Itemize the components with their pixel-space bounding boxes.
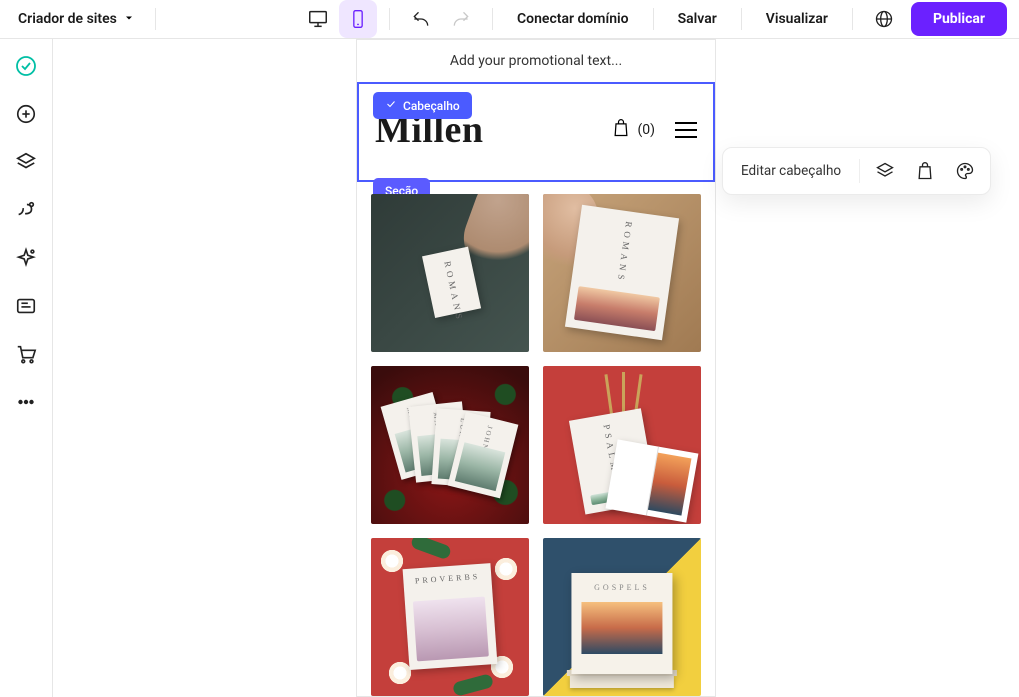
gallery-item[interactable]: MATTHEW MARK LUKE JOHN xyxy=(371,366,529,524)
separator xyxy=(492,8,493,30)
site-header[interactable]: Cabeçalho Seção Millen (0) xyxy=(357,82,715,182)
desktop-view-button[interactable] xyxy=(299,0,337,38)
separator xyxy=(741,8,742,30)
book-title: PROVERBS xyxy=(402,563,492,594)
rail-ai-icon[interactable] xyxy=(13,245,39,271)
rail-store-icon[interactable] xyxy=(13,341,39,367)
rail-layers-icon[interactable] xyxy=(13,149,39,175)
publish-button[interactable]: Publicar xyxy=(911,2,1007,36)
gallery-item[interactable]: PSALMS xyxy=(543,366,701,524)
cart-count: (0) xyxy=(637,122,655,138)
separator xyxy=(155,8,156,30)
cart-button[interactable]: (0) xyxy=(611,117,655,143)
save-button[interactable]: Salvar xyxy=(666,3,729,35)
bag-icon xyxy=(611,117,631,143)
chevron-down-icon xyxy=(123,12,135,27)
rail-blog-icon[interactable] xyxy=(13,293,39,319)
gallery-item[interactable]: PROVERBS xyxy=(371,538,529,696)
gallery-item[interactable]: GOSPELS xyxy=(543,538,701,696)
preview-button[interactable]: Visualizar xyxy=(754,3,840,35)
mobile-view-button[interactable] xyxy=(339,0,377,38)
language-button[interactable] xyxy=(865,0,903,38)
separator xyxy=(389,8,390,30)
mobile-canvas[interactable]: Add your promotional text... Cabeçalho S… xyxy=(356,39,716,697)
context-toolbar: Editar cabeçalho xyxy=(722,147,991,195)
cart-settings-icon[interactable] xyxy=(906,152,944,190)
book-title: ROMANS xyxy=(616,221,635,284)
gallery-item[interactable]: ROMANS xyxy=(543,194,701,352)
undo-button[interactable] xyxy=(402,0,440,38)
connect-domain-button[interactable]: Conectar domínio xyxy=(505,3,641,35)
redo-button[interactable] xyxy=(442,0,480,38)
layers-icon[interactable] xyxy=(866,152,904,190)
rail-checklist-icon[interactable] xyxy=(13,53,39,79)
rail-add-icon[interactable] xyxy=(13,101,39,127)
book-title: ROMANS xyxy=(443,261,466,324)
separator xyxy=(859,159,860,183)
builder-label: Criador de sites xyxy=(18,11,117,27)
separator xyxy=(653,8,654,30)
gallery-item[interactable]: ROMANS xyxy=(371,194,529,352)
selection-tag-header[interactable]: Cabeçalho xyxy=(373,92,472,119)
menu-button[interactable] xyxy=(675,122,697,138)
check-icon xyxy=(385,98,397,113)
tag-header-label: Cabeçalho xyxy=(403,99,460,113)
rail-styles-icon[interactable] xyxy=(13,197,39,223)
gallery-section[interactable]: ROMANS ROMANS MATTHE xyxy=(357,182,715,696)
promo-bar[interactable]: Add your promotional text... xyxy=(357,40,715,82)
builder-dropdown[interactable]: Criador de sites xyxy=(12,5,141,33)
promo-text: Add your promotional text... xyxy=(450,53,622,69)
palette-icon[interactable] xyxy=(946,152,984,190)
book-title: GOSPELS xyxy=(571,573,672,602)
rail-more-icon[interactable] xyxy=(13,389,39,415)
separator xyxy=(852,8,853,30)
edit-header-button[interactable]: Editar cabeçalho xyxy=(729,155,853,187)
